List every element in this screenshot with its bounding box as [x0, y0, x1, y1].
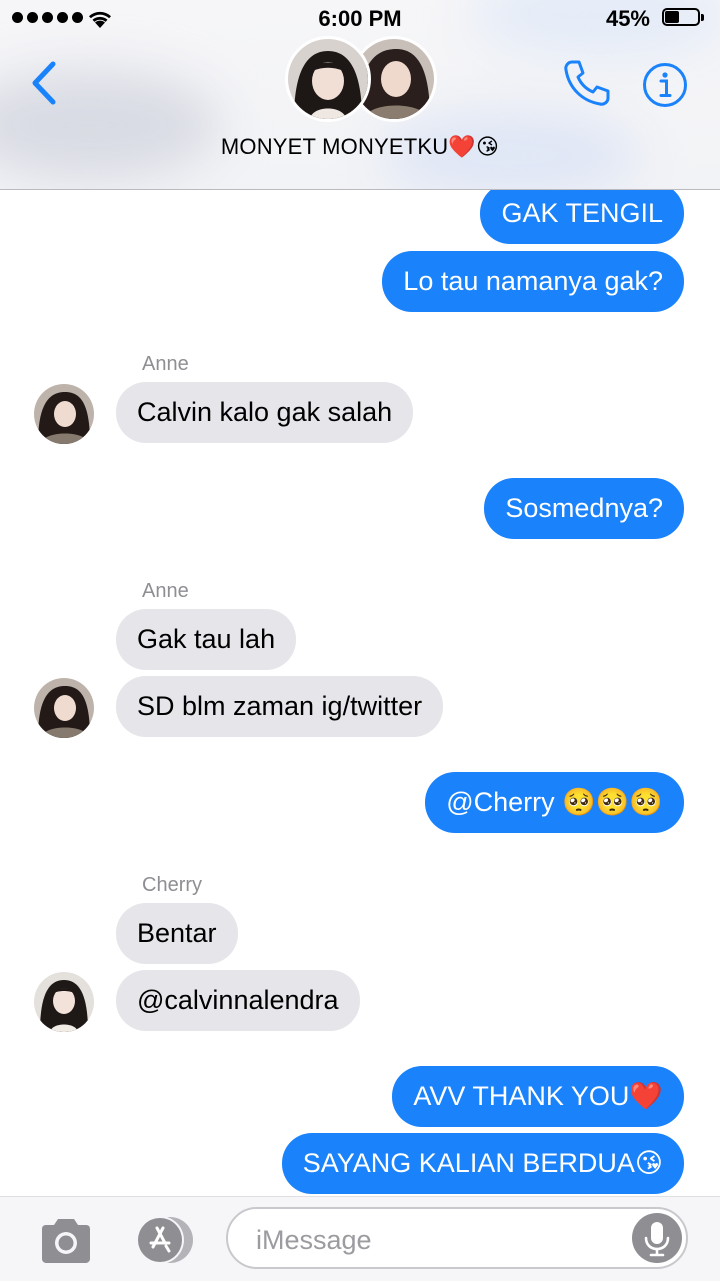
- incoming-message[interactable]: Bentar: [116, 903, 238, 964]
- outgoing-message[interactable]: @Cherry 🥺🥺🥺: [425, 772, 684, 833]
- battery-icon: [662, 8, 706, 28]
- member-avatar: [285, 36, 371, 122]
- sender-avatar-anne[interactable]: [34, 384, 94, 444]
- sender-name: Anne: [142, 353, 189, 375]
- incoming-message[interactable]: SD blm zaman ig/twitter: [116, 676, 444, 737]
- outgoing-message[interactable]: Sosmednya?: [484, 478, 684, 539]
- back-chevron-icon[interactable]: [26, 58, 62, 108]
- outgoing-message[interactable]: Lo tau namanya gak?: [382, 251, 684, 312]
- sender-avatar-anne[interactable]: [34, 678, 94, 738]
- message-input-field[interactable]: [226, 1207, 688, 1269]
- microphone-icon: [644, 1222, 670, 1257]
- battery-percentage: 45%: [605, 6, 650, 31]
- message-list: GAK TENGIL Lo tau namanya gak? Anne Calv…: [0, 0, 720, 1280]
- app-store-icon[interactable]: [130, 1215, 196, 1265]
- group-avatars[interactable]: [285, 36, 437, 122]
- status-bar: 6:00 PM 45%: [0, 0, 720, 36]
- sender-avatar-cherry[interactable]: [34, 972, 94, 1032]
- group-name[interactable]: MONYET MONYETKU❤️😘: [0, 134, 720, 160]
- microphone-button[interactable]: [632, 1213, 682, 1263]
- sender-name: Cherry: [142, 874, 203, 896]
- incoming-message[interactable]: Gak tau lah: [116, 609, 297, 670]
- message-input[interactable]: [254, 1219, 618, 1261]
- incoming-message[interactable]: Calvin kalo gak salah: [116, 382, 414, 443]
- outgoing-message[interactable]: AVV THANK YOU❤️: [392, 1066, 684, 1127]
- incoming-message[interactable]: @calvinnalendra: [116, 970, 360, 1031]
- info-icon[interactable]: [642, 62, 688, 108]
- sender-name: Anne: [142, 580, 189, 602]
- camera-icon[interactable]: [38, 1217, 94, 1265]
- phone-icon[interactable]: [562, 58, 612, 108]
- outgoing-message[interactable]: SAYANG KALIAN BERDUA😘: [281, 1133, 684, 1194]
- compose-bar: [0, 1196, 720, 1281]
- outgoing-message[interactable]: GAK TENGIL: [480, 183, 684, 244]
